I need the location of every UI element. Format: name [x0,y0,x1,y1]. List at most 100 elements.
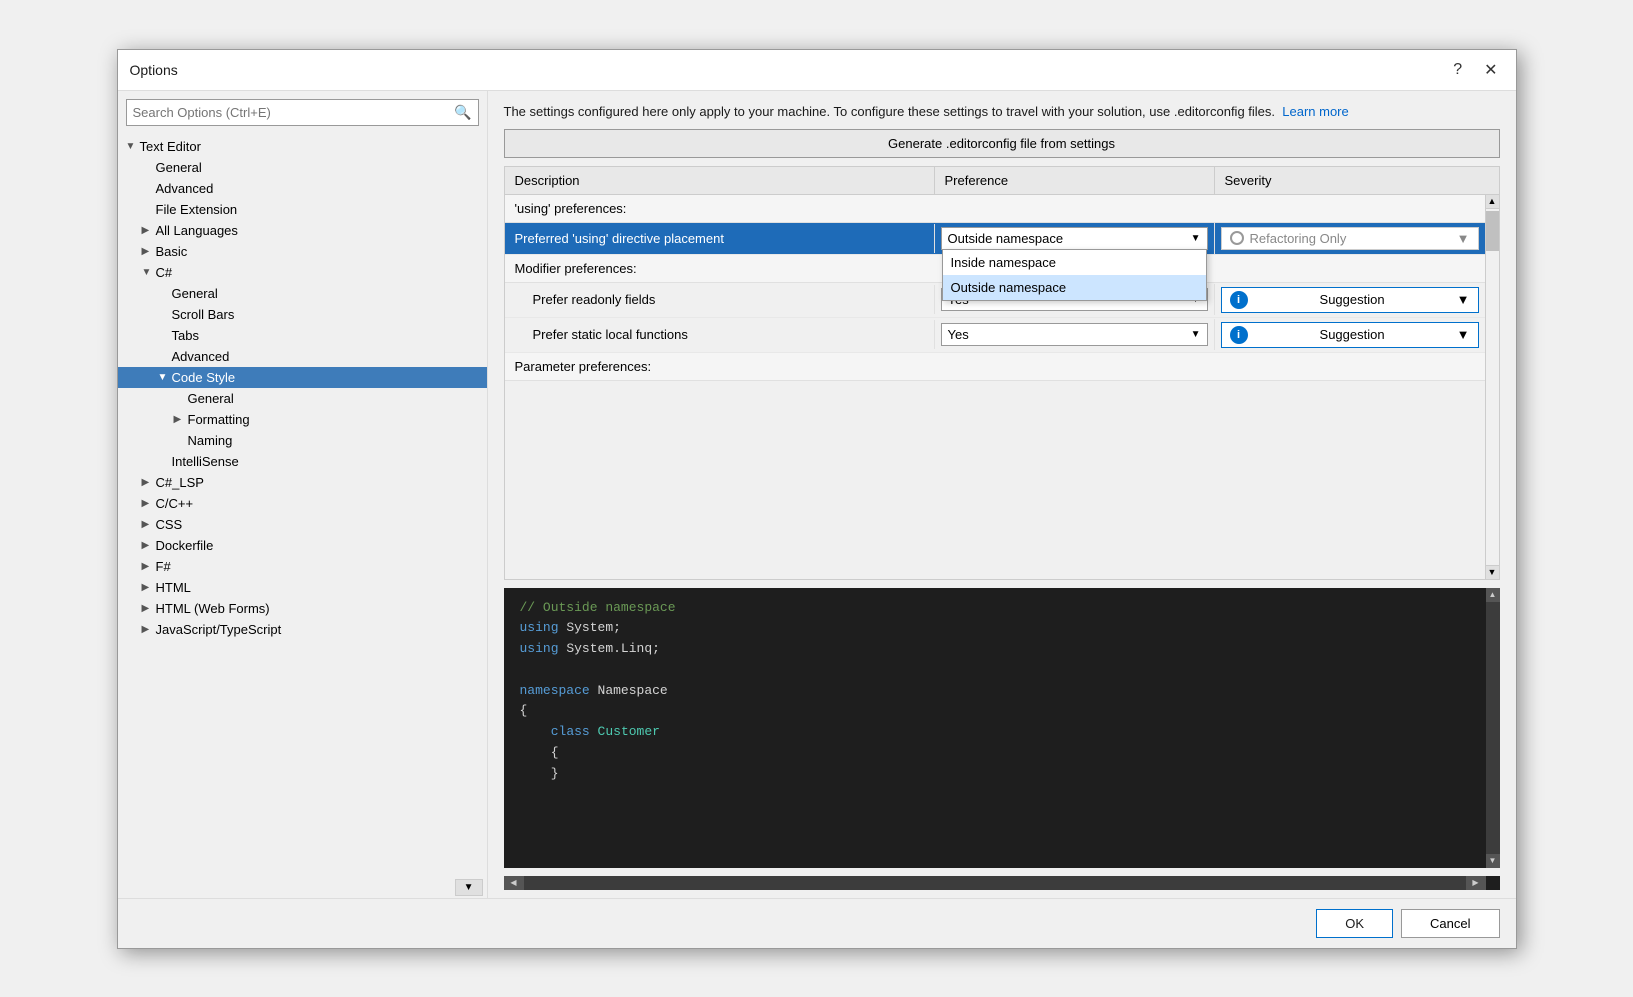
sidebar-item-csharp-general[interactable]: General [118,283,487,304]
close-button[interactable]: ✕ [1478,58,1503,82]
info-icon: i [1230,291,1248,309]
sidebar-scroll-btn[interactable]: ▼ [455,879,483,896]
help-button[interactable]: ? [1447,59,1468,81]
table-header: Description Preference Severity [505,167,1499,195]
expand-arrow[interactable] [142,540,154,551]
code-scroll-down-button[interactable]: ▼ [1486,854,1500,868]
code-content: // Outside namespace using System; using… [504,588,1486,868]
dropdown-value: Yes [948,327,969,342]
expand-arrow[interactable] [142,519,154,530]
sidebar-label: Formatting [188,412,250,427]
sidebar-item-scroll-bars[interactable]: Scroll Bars [118,304,487,325]
sidebar-label: Basic [156,244,188,259]
severity-refactoring-only-button[interactable]: Refactoring Only ▼ [1221,227,1479,250]
sidebar-item-html[interactable]: HTML [118,577,487,598]
static-local-dropdown[interactable]: Yes ▼ [941,323,1208,346]
settings-body: 'using' preferences: Preferred 'using' d… [505,195,1499,579]
dialog-footer: OK Cancel [118,898,1516,948]
row-description: Prefer readonly fields [505,285,935,314]
code-vertical-scrollbar: ▲ ▼ [1486,588,1500,868]
sidebar-label: C# [156,265,173,280]
sidebar-label: HTML [156,580,191,595]
sidebar-item-javascript-ts[interactable]: JavaScript/TypeScript [118,619,487,640]
sidebar-item-formatting[interactable]: Formatting [118,409,487,430]
code-scroll-right-button[interactable]: ▶ [1466,876,1486,890]
sidebar-item-advanced2[interactable]: Advanced [118,346,487,367]
scroll-track [1486,251,1499,565]
sidebar-item-cpp[interactable]: C/C++ [118,493,487,514]
dialog-title: Options [130,62,178,78]
sidebar-item-general[interactable]: General [118,157,487,178]
sidebar-item-file-extension[interactable]: File Extension [118,199,487,220]
settings-scroll-area: 'using' preferences: Preferred 'using' d… [505,195,1485,579]
expand-arrow[interactable] [142,477,154,488]
expand-arrow[interactable] [142,561,154,572]
dropdown-option-outside[interactable]: Outside namespace [943,275,1206,300]
sidebar-item-all-languages[interactable]: All Languages [118,220,487,241]
cancel-button[interactable]: Cancel [1401,909,1499,938]
expand-arrow[interactable] [174,414,186,425]
expand-arrow[interactable] [142,246,154,257]
ok-button[interactable]: OK [1316,909,1393,938]
row-severity: Refactoring Only ▼ [1215,223,1485,254]
sidebar-label: Tabs [172,328,199,343]
expand-arrow[interactable] [142,267,154,278]
title-bar: Options ? ✕ [118,50,1516,91]
sidebar-item-basic[interactable]: Basic [118,241,487,262]
sidebar-item-cs-general[interactable]: General [118,388,487,409]
expand-arrow[interactable] [142,582,154,593]
search-input[interactable] [133,105,455,120]
sidebar-item-csharp[interactable]: C# [118,262,487,283]
dropdown-value: Outside namespace [948,231,1064,246]
dropdown-option-inside[interactable]: Inside namespace [943,250,1206,275]
row-preference: Yes ▼ [935,319,1215,350]
expand-arrow [126,141,138,152]
code-token [520,724,551,739]
code-token: } [520,766,559,781]
row-preference: Outside namespace ▼ Inside namespace Out… [935,223,1215,254]
sidebar-label: Advanced [172,349,230,364]
sidebar-item-html-webforms[interactable]: HTML (Web Forms) [118,598,487,619]
options-dialog: Options ? ✕ 🔍 Text Editor General [117,49,1517,949]
sidebar-item-naming[interactable]: Naming [118,430,487,451]
sidebar-item-advanced[interactable]: Advanced [118,178,487,199]
code-scroll-up-button[interactable]: ▲ [1486,588,1500,602]
expand-arrow[interactable] [142,498,154,509]
code-horizontal-scrollbar: ◀ ▶ [504,876,1500,890]
sidebar-label: Dockerfile [156,538,214,553]
expand-arrow[interactable] [142,603,154,614]
severity-suggestion-button[interactable]: i Suggestion ▼ [1221,287,1479,313]
sidebar-label: All Languages [156,223,238,238]
code-scroll-left-button[interactable]: ◀ [504,876,524,890]
sidebar-item-tabs[interactable]: Tabs [118,325,487,346]
sidebar-label: General [188,391,234,406]
sidebar-item-code-style[interactable]: Code Style [118,367,487,388]
scroll-down-button[interactable]: ▼ [1486,565,1499,579]
sidebar-item-csharp-lsp[interactable]: C#_LSP [118,472,487,493]
title-bar-controls: ? ✕ [1447,58,1503,82]
code-token: Namespace [590,683,668,698]
generate-editorconfig-button[interactable]: Generate .editorconfig file from setting… [504,129,1500,158]
expand-arrow[interactable] [158,372,170,383]
sidebar-item-fsharp[interactable]: F# [118,556,487,577]
sidebar-item-css[interactable]: CSS [118,514,487,535]
row-description: Prefer static local functions [505,320,935,349]
expand-arrow[interactable] [142,624,154,635]
learn-more-link[interactable]: Learn more [1282,104,1348,119]
search-box[interactable]: 🔍 [126,99,479,126]
sidebar-item-intellisense[interactable]: IntelliSense [118,451,487,472]
severity-label: Refactoring Only [1250,231,1347,246]
code-token: { [520,703,528,718]
sidebar-item-dockerfile[interactable]: Dockerfile [118,535,487,556]
severity-suggestion-button2[interactable]: i Suggestion ▼ [1221,322,1479,348]
sidebar-label: General [156,160,202,175]
sidebar-label: Advanced [156,181,214,196]
using-placement-dropdown[interactable]: Outside namespace ▼ Inside namespace Out… [941,227,1208,250]
sidebar-item-text-editor[interactable]: Text Editor [118,136,487,157]
scroll-up-button[interactable]: ▲ [1486,195,1499,209]
code-token: { [520,745,559,760]
expand-arrow[interactable] [142,225,154,236]
settings-vertical-scrollbar: ▲ ▼ [1485,195,1499,579]
dropdown-arrow-icon: ▼ [1191,233,1201,244]
sidebar-label: Text Editor [140,139,201,154]
